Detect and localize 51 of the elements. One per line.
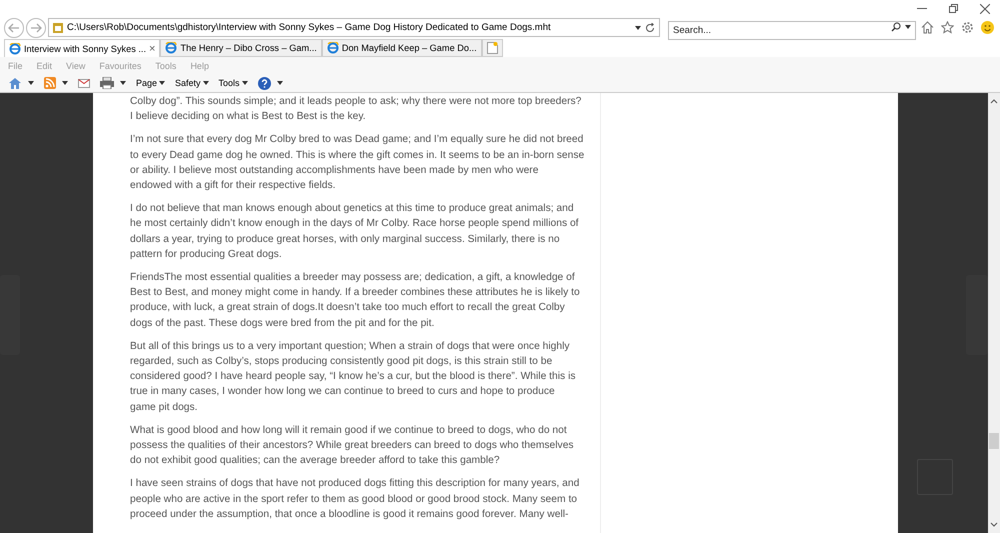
caret-icon [635,26,641,30]
browser-tab[interactable]: Don Mayfield Keep – Game Do... [322,39,482,58]
command-button[interactable] [258,76,283,90]
mail-icon [78,78,90,88]
address-field[interactable]: C:\Users\Rob\Documents\gdhistory\Interview with Sonny Sykes – Game Dog History Dedicated to Game Dogs.mht [48,18,660,38]
minimize-icon[interactable] [917,8,927,10]
settings-icon[interactable] [961,21,974,34]
article-paragraph: I have seen strains of dogs that have not produced dogs fitting this description for many years, and people who are active in the sport refer to them as good blood or good brood stock. Many seem to proceed under the assumption, that once a bloodline is good it remains good forever. Many well- [130,477,580,522]
article-paragraph: But all of this brings us to a very important question; When a strain of dogs that were once highly regarded, such as Colby’s, stops producing consistently good pit dogs, is this strain still to be considered good? I have heard people say, “I know he’s a cur, but the blood is there”. While this is true in many cases, I wonder how long we can continue to breed to curs and hope to produce game pit dogs. [130,340,576,415]
article-paragraph: FriendsThe most essential qualities a breeder may possess are; dedication, a gift, a knowledge of Best to Best, and money might come in handy. If a breeder combines these attributes he is likely to produce, with luck, a great strain of dogs.It doesn’t take too much effort to recall the great Colby dogs of the past. These dogs were bred from the pit and for the pit. [130,271,580,331]
command-button[interactable]: Page [136,78,166,88]
close-icon[interactable] [980,4,990,14]
article-paragraph: What is good blood and how long will it remain good if we continue to breed to dogs, who do not possess the qualities of their ancestors? While great breeders can breed to dogs who themselves do not exhibit good qualities; can the average breeder afford to take this gamble? [130,424,574,468]
home-icon[interactable] [921,21,934,34]
refresh-icon[interactable] [645,22,655,33]
caret-icon [62,81,68,86]
caret-icon [120,81,126,86]
ie-icon [9,42,21,55]
scrollbar-thumb[interactable] [989,433,999,449]
search-icon[interactable] [891,22,901,32]
command-button[interactable] [100,77,126,90]
browser-tab[interactable]: The Henry – Dibo Cross – Gam... [160,39,322,58]
command-button[interactable] [8,76,34,90]
page-icon [53,22,63,33]
right-arrow-icon [30,22,42,33]
new-tab-button[interactable] [482,39,503,58]
caret-icon [905,25,911,30]
search-field[interactable]: Search... [668,21,916,40]
star-icon[interactable] [941,21,954,34]
article-paragraph: I do not believe that man knows enough about genetics at this time to produce great animals; and he most certainly didn’t know enough in the days of Mr Colby. Race horse people spend millions of dollars a year, trying to produce great horses, with only marginal success. Similarly, there is no pattern for producing Great dogs. [130,202,579,262]
ie-icon [326,42,339,54]
caret-icon [276,81,283,86]
article-paragraph: I’m not sure that every dog Mr Colby bred to was Dead game; and I’m equally sure he did not breed to every Dead game dog he owned. This is where the gift comes in. It seems to be an in-born sense or ability. I believe most outstanding accomplishments have been made by men who were endowed with a gift for their respective fields. [130,133,584,194]
left-arrow-icon [8,22,20,33]
command-button[interactable] [44,77,68,90]
feed-icon [44,77,56,90]
new-tab-icon [486,42,498,54]
printer-icon [100,77,114,90]
caret-icon [28,81,34,86]
caret-icon [202,81,209,86]
caret-icon [159,81,166,86]
command-button[interactable]: Tools [218,78,248,88]
article-paragraph: Colby dog”. This sounds simple; and it leads people to ask; why there were not more top breeders? I believe deciding on what is Best to Best is the key. [130,95,582,124]
scrollbar[interactable] [988,93,1000,533]
browser-tab[interactable]: Interview with Sonny Sykes ... × [4,39,160,58]
command-button[interactable]: Safety [175,78,209,88]
ie-icon [165,42,178,54]
tab-close[interactable]: × [149,42,156,55]
smiley-icon[interactable] [981,21,994,34]
restore-icon[interactable] [949,4,958,14]
caret-icon [242,81,248,86]
